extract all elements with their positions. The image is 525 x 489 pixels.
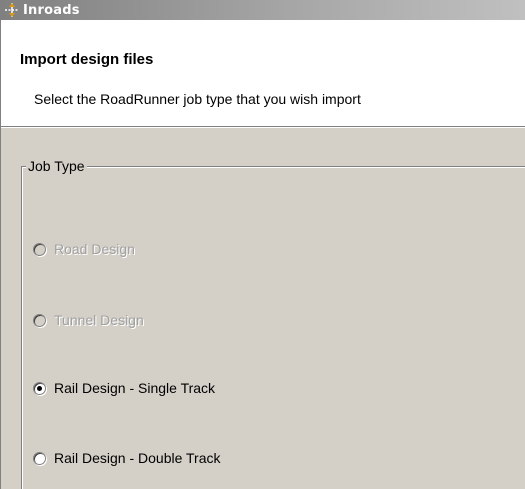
radio-rail-single-track[interactable]: Rail Design - Single Track: [33, 380, 215, 396]
radio-selected-dot: [37, 385, 42, 391]
radio-rail-double-track[interactable]: Rail Design - Double Track: [33, 450, 221, 466]
page-subheading: Select the RoadRunner job type that you …: [34, 91, 361, 107]
radio-label: Rail Design - Single Track: [54, 380, 216, 396]
window-title: Inroads: [23, 2, 80, 18]
page-heading: Import design files: [20, 51, 154, 68]
radio-button-icon: [33, 242, 46, 256]
job-type-label: Job Type: [26, 158, 87, 174]
radio-tunnel-design[interactable]: Tunnel Design: [33, 312, 144, 328]
radio-label: Tunnel Design: [54, 312, 144, 328]
radio-button-icon: [33, 313, 46, 327]
radio-label: Road Design: [54, 241, 135, 257]
radio-button-icon: [33, 451, 46, 465]
wizard-window: Inroads Import design files Select the R…: [0, 0, 525, 489]
radio-button-icon: [33, 381, 46, 395]
title-bar[interactable]: Inroads: [1, 0, 525, 20]
radio-label: Rail Design - Double Track: [54, 450, 221, 466]
inroads-app-icon: [3, 1, 21, 19]
radio-road-design[interactable]: Road Design: [33, 241, 135, 257]
wizard-header: Import design files Select the RoadRunne…: [1, 20, 525, 127]
